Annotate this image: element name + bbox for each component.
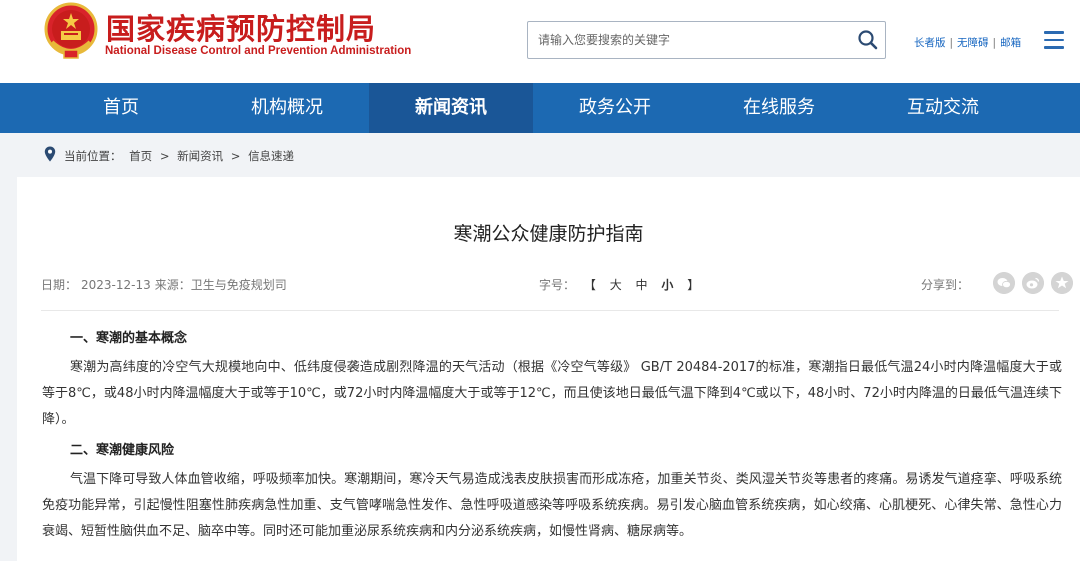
- section-heading: 二、寒潮健康风险: [70, 443, 175, 458]
- wechat-icon[interactable]: [993, 272, 1015, 294]
- article-date: 2023-12-13: [81, 278, 151, 292]
- nav-interaction[interactable]: 互动交流: [861, 83, 1025, 133]
- bracket-left: 【: [583, 278, 596, 292]
- main-nav: 首页 机构概况 新闻资讯 政务公开 在线服务 互动交流: [0, 83, 1080, 133]
- font-size-selector: 字号： 【 大 中 小 】: [539, 276, 704, 293]
- national-emblem-icon: [44, 2, 98, 59]
- star-icon[interactable]: [1051, 272, 1073, 294]
- breadcrumb-current[interactable]: 信息速递: [248, 149, 294, 163]
- separator: |: [949, 37, 954, 49]
- elder-mode-link[interactable]: 长者版: [914, 37, 946, 49]
- bracket-right: 】: [687, 278, 700, 292]
- nav-online-service[interactable]: 在线服务: [697, 83, 861, 133]
- share-label: 分享到：: [921, 278, 970, 292]
- location-pin-icon: [44, 146, 56, 162]
- search-input[interactable]: [538, 22, 838, 58]
- article-meta: 日期： 2023-12-13 来源：卫生与免疫规划司: [41, 276, 291, 293]
- hamburger-menu-icon[interactable]: [1044, 31, 1064, 49]
- separator: |: [992, 37, 997, 49]
- top-links: 长者版 | 无障碍 | 邮箱: [914, 35, 1021, 50]
- font-size-label: 字号：: [539, 278, 576, 292]
- breadcrumb-separator: >: [230, 149, 241, 163]
- search-box: [527, 21, 886, 59]
- breadcrumb-separator: >: [159, 149, 170, 163]
- font-size-small[interactable]: 小: [661, 278, 673, 292]
- nav-news[interactable]: 新闻资讯: [369, 83, 533, 133]
- nav-home[interactable]: 首页: [0, 83, 205, 133]
- date-label: 日期：: [41, 278, 78, 292]
- email-link[interactable]: 邮箱: [1000, 37, 1021, 49]
- section-heading: 一、寒潮的基本概念: [70, 331, 188, 346]
- nav-gov-affairs[interactable]: 政务公开: [533, 83, 697, 133]
- nav-about[interactable]: 机构概况: [205, 83, 369, 133]
- site-name-en: National Disease Control and Prevention …: [105, 45, 412, 57]
- search-icon[interactable]: [857, 29, 879, 51]
- section-paragraph: 气温下降可导致人体血管收缩，呼吸频率加快。寒潮期间，寒冷天气易造成浅表皮肤损害而…: [42, 472, 1062, 539]
- article-title: 寒潮公众健康防护指南: [453, 223, 644, 245]
- accessibility-link[interactable]: 无障碍: [957, 37, 989, 49]
- font-size-large[interactable]: 大: [610, 278, 622, 292]
- breadcrumb-label: 当前位置：: [64, 149, 122, 163]
- breadcrumb-home[interactable]: 首页: [129, 149, 152, 163]
- weibo-icon[interactable]: [1022, 272, 1044, 294]
- site-name-cn: 国家疾病预防控制局: [106, 12, 377, 46]
- source-label: 来源：: [154, 278, 191, 292]
- article-source: 卫生与免疫规划司: [190, 278, 287, 292]
- article-content: 一、寒潮的基本概念 寒潮为高纬度的冷空气大规模地向中、低纬度侵袭造成剧烈降温的天…: [42, 329, 1062, 549]
- divider: [41, 310, 1059, 311]
- section-paragraph: 寒潮为高纬度的冷空气大规模地向中、低纬度侵袭造成剧烈降温的天气活动（根据《冷空气…: [42, 360, 1062, 427]
- article-panel: 寒潮公众健康防护指南 日期： 2023-12-13 来源：卫生与免疫规划司 字号： …: [17, 177, 1080, 561]
- site-header: 国家疾病预防控制局 National Disease Control and P…: [0, 0, 1080, 83]
- breadcrumb-news[interactable]: 新闻资讯: [177, 149, 223, 163]
- font-size-medium[interactable]: 中: [636, 278, 648, 292]
